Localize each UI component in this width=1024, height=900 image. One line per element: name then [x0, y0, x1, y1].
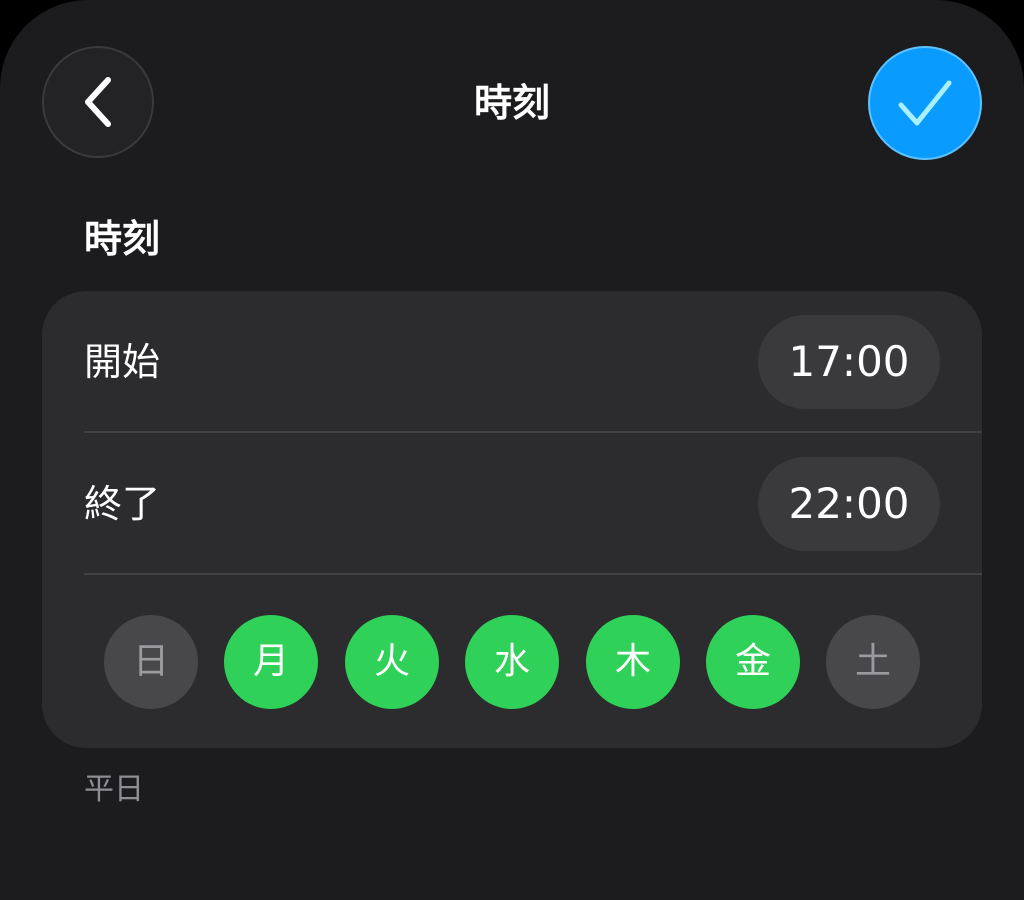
start-time-row: 開始 17:00	[84, 291, 940, 433]
day-toggle-tuesday[interactable]: 火	[345, 615, 439, 709]
day-toggle-thursday[interactable]: 木	[586, 615, 680, 709]
day-toggle-friday[interactable]: 金	[706, 615, 800, 709]
schedule-card: 開始 17:00 終了 22:00 日 月 火 水 木 金 土	[42, 291, 982, 748]
checkmark-icon	[898, 80, 952, 126]
divider	[84, 573, 982, 575]
end-label: 終了	[84, 482, 161, 526]
end-time-picker[interactable]: 22:00	[758, 457, 940, 551]
start-label: 開始	[84, 340, 161, 384]
repeat-summary: 平日	[84, 772, 144, 807]
end-time-row: 終了 22:00	[84, 433, 940, 575]
day-toggle-monday[interactable]: 月	[224, 615, 318, 709]
confirm-button[interactable]	[868, 46, 982, 160]
day-toggle-wednesday[interactable]: 水	[465, 615, 559, 709]
day-toggle-saturday[interactable]: 土	[826, 615, 920, 709]
section-heading: 時刻	[84, 217, 161, 261]
time-settings-sheet: 時刻 時刻 開始 17:00 終了 22:00 日 月 火 水 木 金 土 平日	[0, 0, 1024, 900]
start-time-picker[interactable]: 17:00	[758, 315, 940, 409]
day-toggle-sunday[interactable]: 日	[104, 615, 198, 709]
weekday-selector: 日 月 火 水 木 金 土	[104, 615, 924, 709]
